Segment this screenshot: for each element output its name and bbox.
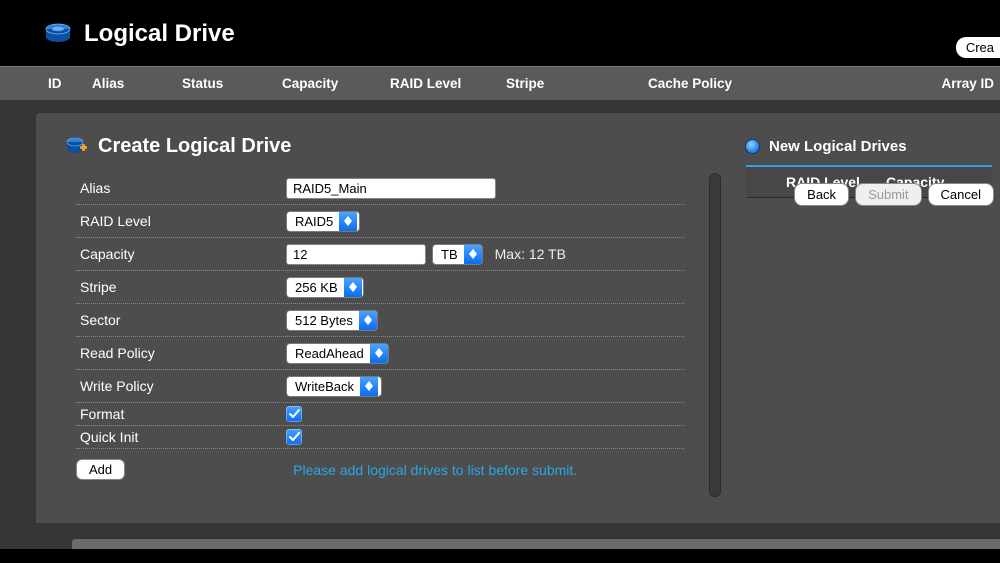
- new-drives-title: New Logical Drives: [769, 138, 907, 155]
- disk-stack-icon: [44, 23, 72, 45]
- col-capacity: Capacity: [272, 76, 390, 91]
- capacity-unit-select[interactable]: TB: [432, 244, 483, 265]
- capacity-label: Capacity: [76, 246, 286, 262]
- radio-indicator-icon[interactable]: [746, 140, 759, 153]
- updown-icon: [339, 212, 357, 231]
- write-policy-label: Write Policy: [76, 378, 286, 394]
- sector-select[interactable]: 512 Bytes: [286, 310, 378, 331]
- col-id: ID: [0, 76, 52, 91]
- updown-icon: [370, 344, 388, 363]
- capacity-input[interactable]: [286, 244, 426, 265]
- col-cache-policy: Cache Policy: [628, 76, 828, 91]
- panel-title: Create Logical Drive: [98, 135, 291, 158]
- read-policy-label: Read Policy: [76, 345, 286, 361]
- col-status: Status: [152, 76, 272, 91]
- add-button[interactable]: Add: [76, 459, 125, 480]
- raid-level-select[interactable]: RAID5: [286, 211, 360, 232]
- stripe-select[interactable]: 256 KB: [286, 277, 364, 298]
- row-write-policy: Write Policy WriteBack: [76, 370, 684, 403]
- col-stripe: Stripe: [506, 76, 628, 91]
- hint-message: Please add logical drives to list before…: [293, 462, 577, 478]
- col-array-id: Array ID: [828, 76, 1000, 91]
- col-alias: Alias: [52, 76, 152, 91]
- capacity-max: Max: 12 TB: [495, 246, 566, 262]
- updown-icon: [360, 377, 378, 396]
- sector-label: Sector: [76, 312, 286, 328]
- list-column-header: ID Alias Status Capacity RAID Level Stri…: [0, 66, 1000, 101]
- stripe-value: 256 KB: [295, 280, 344, 295]
- raid-level-label: RAID Level: [76, 213, 286, 229]
- form-column: Create Logical Drive Alias RAID Level RA…: [66, 135, 684, 480]
- bottom-scrollbar[interactable]: [72, 539, 1000, 549]
- row-quick-init: Quick Init: [76, 426, 684, 449]
- vertical-scrollbar[interactable]: [708, 173, 722, 497]
- stripe-label: Stripe: [76, 279, 286, 295]
- cancel-button[interactable]: Cancel: [928, 183, 994, 206]
- create-panel: Create Logical Drive Alias RAID Level RA…: [36, 113, 1000, 523]
- new-drives-column: New Logical Drives RAID Level Capacity B…: [746, 135, 1000, 198]
- row-alias: Alias: [76, 172, 684, 205]
- write-policy-value: WriteBack: [295, 379, 360, 394]
- quick-init-label: Quick Init: [76, 429, 286, 445]
- page-title: Logical Drive: [84, 20, 235, 48]
- page-header: Logical Drive Crea: [0, 0, 1000, 66]
- raid-level-value: RAID5: [295, 214, 339, 229]
- submit-button: Submit: [855, 183, 921, 206]
- alias-label: Alias: [76, 180, 286, 196]
- row-raid-level: RAID Level RAID5: [76, 205, 684, 238]
- col-raid-level: RAID Level: [390, 76, 506, 91]
- back-button[interactable]: Back: [794, 183, 849, 206]
- row-sector: Sector 512 Bytes: [76, 304, 684, 337]
- create-button[interactable]: Crea: [956, 37, 1000, 58]
- sector-value: 512 Bytes: [295, 313, 359, 328]
- alias-input[interactable]: [286, 178, 496, 199]
- content-area: Create Logical Drive Alias RAID Level RA…: [0, 101, 1000, 549]
- row-stripe: Stripe 256 KB: [76, 271, 684, 304]
- row-read-policy: Read Policy ReadAhead: [76, 337, 684, 370]
- add-row: Add Please add logical drives to list be…: [76, 459, 684, 480]
- read-policy-select[interactable]: ReadAhead: [286, 343, 389, 364]
- quick-init-checkbox[interactable]: [286, 429, 302, 445]
- updown-icon: [464, 245, 482, 264]
- create-drive-icon: [66, 137, 88, 157]
- write-policy-select[interactable]: WriteBack: [286, 376, 382, 397]
- read-policy-value: ReadAhead: [295, 346, 370, 361]
- row-capacity: Capacity TB Max: 12 TB: [76, 238, 684, 271]
- format-checkbox[interactable]: [286, 406, 302, 422]
- row-format: Format: [76, 403, 684, 426]
- updown-icon: [359, 311, 377, 330]
- capacity-unit-value: TB: [441, 247, 464, 262]
- action-buttons: Back Submit Cancel: [794, 183, 994, 206]
- updown-icon: [344, 278, 362, 297]
- format-label: Format: [76, 406, 286, 422]
